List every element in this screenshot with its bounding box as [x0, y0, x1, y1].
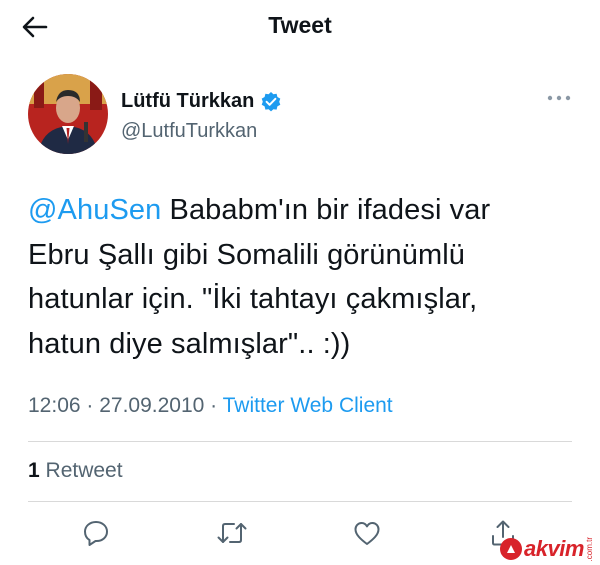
avatar[interactable]: [28, 74, 108, 154]
watermark-logo-icon: [500, 538, 522, 560]
display-name[interactable]: Lütfü Türkkan: [121, 90, 254, 113]
tweet-source-link[interactable]: Twitter Web Client: [223, 394, 393, 417]
reply-button[interactable]: [79, 516, 113, 550]
meta-separator: ·: [204, 394, 223, 417]
tweet-line-3: hatunlar için. "İki tahtayı çakmışlar,: [28, 283, 478, 315]
divider: [28, 501, 572, 502]
like-button[interactable]: [350, 516, 384, 550]
tweet-time[interactable]: 12:06: [28, 394, 81, 417]
tweet-author: Lütfü Türkkan @LutfuTurkkan: [28, 74, 588, 160]
reply-icon: [84, 521, 108, 546]
retweet-count: 1: [28, 459, 40, 482]
meta-separator: ·: [80, 394, 100, 417]
top-bar: Tweet: [0, 0, 600, 54]
divider: [28, 441, 572, 442]
tweet-line-2: Ebru Şallı gibi Somalili görünümlü: [28, 238, 465, 271]
retweet-label: Retweet: [45, 459, 123, 482]
retweet-icon: [217, 523, 247, 543]
retweet-button[interactable]: [215, 516, 249, 550]
verified-badge-icon: [262, 91, 281, 111]
site-watermark: akvim .com.tr: [500, 534, 594, 564]
name-row: Lütfü Türkkan: [121, 90, 282, 113]
tweet-line-4: hatun diye salmışlar".. :)): [28, 327, 351, 360]
tweet-line-1: @AhuSen Bababm'ın bir ifadesi var: [28, 188, 573, 233]
mention-link[interactable]: @AhuSen: [28, 194, 161, 226]
watermark-tld: .com.tr: [584, 536, 594, 562]
like-icon: [354, 522, 380, 545]
more-dots-icon: [547, 95, 571, 101]
user-handle[interactable]: @LutfuTurkkan: [121, 120, 257, 143]
retweet-stats[interactable]: 1 Retweet: [28, 459, 123, 483]
tweet-line-1-text: Bababm'ın bir ifadesi var: [161, 194, 491, 226]
page-title: Tweet: [268, 12, 332, 38]
tweet-metadata: 12:06 · 27.09.2010 · Twitter Web Client: [28, 394, 393, 418]
watermark-brand: akvim: [524, 536, 584, 561]
tweet-date[interactable]: 27.09.2010: [99, 394, 204, 417]
more-options-button[interactable]: [544, 88, 574, 108]
profile-photo: [28, 74, 108, 154]
tweet-text: @AhuSen Bababm'ın bir ifadesi var Ebru Ş…: [28, 188, 573, 366]
